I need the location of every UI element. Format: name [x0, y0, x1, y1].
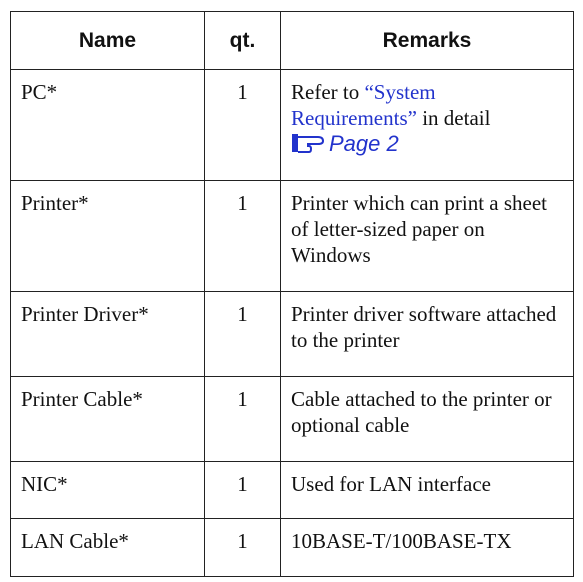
- requirements-table: Name qt. Remarks PC* 1 Refer to “System …: [10, 11, 574, 577]
- table-row: Printer Cable* 1 Cable attached to the p…: [10, 376, 574, 462]
- cell-name: Printer Driver*: [10, 291, 205, 377]
- cell-qt: 1: [204, 69, 281, 181]
- cell-qt: 1: [204, 291, 281, 377]
- cell-remarks: Printer which can print a sheet of lette…: [280, 180, 574, 292]
- table-row: Printer Driver* 1 Printer driver softwar…: [10, 291, 574, 377]
- header-qt: qt.: [204, 11, 281, 70]
- cell-qt: 1: [204, 376, 281, 462]
- table-row: NIC* 1 Used for LAN interface: [10, 461, 574, 519]
- header-remarks: Remarks: [280, 11, 574, 70]
- remarks-suffix: in detail: [416, 106, 491, 130]
- cell-qt: 1: [204, 461, 281, 519]
- table-row: PC* 1 Refer to “System Requirements” in …: [10, 69, 574, 181]
- cell-remarks: Refer to “System Requirements” in detail…: [280, 69, 574, 181]
- pointing-hand-icon: [291, 133, 325, 153]
- table-row: LAN Cable* 1 10BASE-T/100BASE-TX: [10, 518, 574, 577]
- table-row: Printer* 1 Printer which can print a she…: [10, 180, 574, 292]
- header-name: Name: [10, 11, 205, 70]
- cell-name: Printer*: [10, 180, 205, 292]
- page-2-link[interactable]: Page 2: [329, 131, 399, 156]
- cell-name: PC*: [10, 69, 205, 181]
- cell-qt: 1: [204, 180, 281, 292]
- cell-qt: 1: [204, 518, 281, 577]
- cell-name: NIC*: [10, 461, 205, 519]
- cell-name: Printer Cable*: [10, 376, 205, 462]
- remarks-prefix: Refer to: [291, 80, 365, 104]
- cell-remarks: Cable attached to the printer or optiona…: [280, 376, 574, 462]
- cell-name: LAN Cable*: [10, 518, 205, 577]
- cell-remarks: Used for LAN interface: [280, 461, 574, 519]
- table-header-row: Name qt. Remarks: [10, 11, 574, 70]
- cell-remarks: Printer driver software attached to the …: [280, 291, 574, 377]
- cell-remarks: 10BASE-T/100BASE-TX: [280, 518, 574, 577]
